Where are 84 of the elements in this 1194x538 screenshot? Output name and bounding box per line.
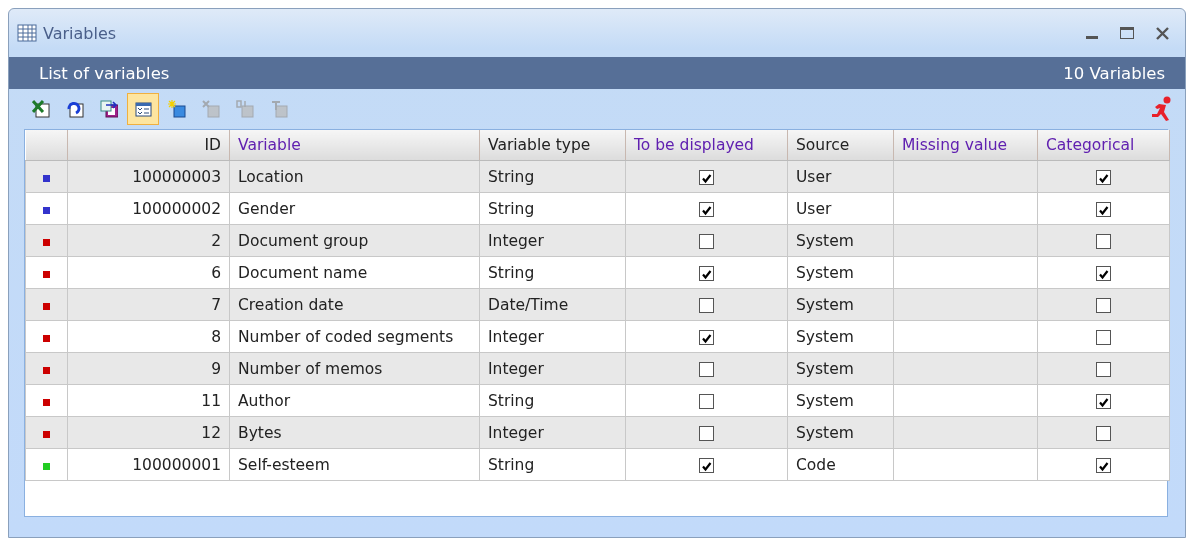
table-cell: Integer (488, 327, 544, 346)
checkbox[interactable] (699, 201, 714, 217)
spreadsheet-icon[interactable] (32, 100, 50, 118)
checkbox[interactable] (1096, 201, 1111, 217)
table-cell: 7 (211, 295, 221, 314)
table-cell: Number of coded segments (238, 327, 454, 346)
table-cell: Integer (488, 359, 544, 378)
table-cell: 8 (211, 327, 221, 346)
column-header[interactable]: ID (204, 136, 221, 154)
table-cell: 6 (211, 263, 221, 282)
table-cell: Integer (488, 231, 544, 250)
variable-count: 10 Variables (1063, 63, 1165, 83)
checkbox[interactable] (1096, 425, 1111, 441)
table-cell: String (488, 391, 535, 410)
close-icon[interactable] (1156, 26, 1169, 40)
column-header[interactable]: Variable (238, 136, 301, 154)
refresh-icon[interactable] (66, 100, 84, 118)
table-cell: Location (238, 167, 304, 186)
check-icon (1097, 203, 1110, 217)
table-cell: Date/Time (488, 295, 569, 314)
table-cell: Bytes (238, 423, 282, 442)
table-cell: System (796, 327, 854, 346)
checkbox[interactable] (1096, 329, 1111, 345)
checkbox[interactable] (699, 233, 714, 249)
table-cell: Self-esteem (238, 455, 330, 474)
checkbox[interactable] (699, 393, 714, 409)
checkbox[interactable] (1096, 265, 1111, 281)
checkbox[interactable] (1096, 297, 1111, 313)
table-cell: Document name (238, 263, 368, 282)
table-cell: User (796, 167, 832, 186)
checkbox[interactable] (699, 457, 714, 473)
table-cell: 100000002 (132, 199, 221, 218)
check-icon (1097, 267, 1110, 281)
checklist-icon[interactable] (134, 100, 152, 118)
table-cell: 2 (211, 231, 221, 250)
check-icon (1097, 459, 1110, 473)
table-cell: System (796, 359, 854, 378)
table-cell: 12 (201, 423, 221, 442)
check-icon (700, 331, 713, 345)
table-cell: 100000003 (132, 167, 221, 186)
table-cell: String (488, 199, 535, 218)
table-cell: Integer (488, 423, 544, 442)
new-item-icon[interactable] (168, 100, 186, 118)
checkbox[interactable] (699, 265, 714, 281)
table-cell: Document group (238, 231, 369, 250)
table-cell: Author (238, 391, 291, 410)
table-cell: System (796, 295, 854, 314)
check-icon (1097, 395, 1110, 409)
checkbox[interactable] (699, 361, 714, 377)
table-cell: String (488, 263, 535, 282)
window-title: Variables (43, 23, 118, 43)
table-cell: 100000001 (132, 455, 221, 474)
table-cell: System (796, 263, 854, 282)
check-icon (700, 267, 713, 281)
table-cell: String (488, 167, 535, 186)
checkbox[interactable] (699, 425, 714, 441)
table-cell: Number of memos (238, 359, 383, 378)
table-cell: Gender (238, 199, 296, 218)
table-cell: System (796, 391, 854, 410)
checkbox[interactable] (1096, 361, 1111, 377)
table-cell: 11 (201, 391, 221, 410)
export-icon[interactable] (100, 100, 118, 118)
table-cell: User (796, 199, 832, 218)
table-cell: 9 (211, 359, 221, 378)
table-cell: String (488, 455, 535, 474)
checkbox[interactable] (699, 329, 714, 345)
check-icon (700, 171, 713, 185)
table-cell: System (796, 423, 854, 442)
checkbox[interactable] (1096, 169, 1111, 185)
check-icon (700, 459, 713, 473)
checkbox[interactable] (1096, 393, 1111, 409)
table-cell: System (796, 231, 854, 250)
maximize-icon[interactable] (1120, 27, 1134, 39)
check-icon (1097, 171, 1110, 185)
checkbox[interactable] (699, 169, 714, 185)
checkbox[interactable] (699, 297, 714, 313)
check-icon (700, 203, 713, 217)
checkbox[interactable] (1096, 233, 1111, 249)
panel-title: List of variables (39, 63, 170, 83)
running-figure-icon[interactable] (1149, 96, 1173, 122)
table-cell: Creation date (238, 295, 344, 314)
table-cell: Code (796, 455, 836, 474)
checkbox[interactable] (1096, 457, 1111, 473)
table-icon (17, 24, 37, 42)
